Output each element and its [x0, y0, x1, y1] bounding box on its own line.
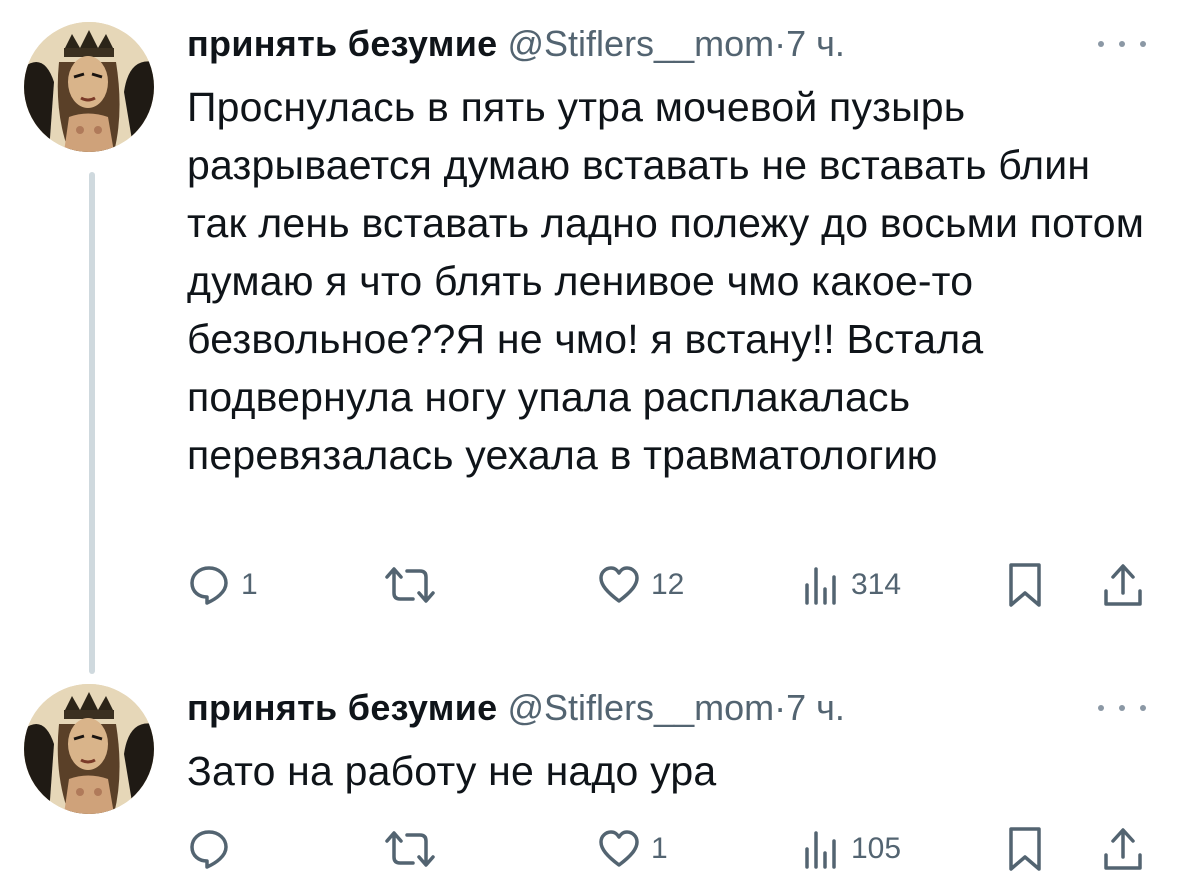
avatar[interactable] — [24, 684, 154, 814]
bookmark-button[interactable] — [1005, 824, 1045, 874]
heart-icon — [599, 566, 639, 603]
tweet[interactable]: принять безумие @Stiflers__mom·7 ч. Прос… — [0, 0, 1179, 660]
reply-button[interactable]: 1 — [187, 560, 258, 610]
avatar[interactable] — [24, 22, 154, 152]
more-options-button[interactable] — [1098, 698, 1146, 718]
author-name[interactable]: принять безумие — [187, 23, 497, 64]
bar-chart-icon — [805, 567, 836, 605]
more-options-button[interactable] — [1098, 34, 1146, 54]
share-button[interactable] — [1101, 824, 1145, 874]
speech-bubble-icon — [190, 830, 228, 869]
like-count: 1 — [651, 832, 668, 865]
tweet-header: принять безумие @Stiflers__mom·7 ч. — [187, 22, 845, 66]
bookmark-button[interactable] — [1005, 560, 1045, 610]
view-count: 314 — [851, 568, 902, 601]
author-handle[interactable]: @Stiflers__mom — [507, 687, 774, 728]
speech-bubble-icon — [190, 566, 228, 605]
bar-chart-icon — [805, 831, 836, 869]
retweet-arrows-icon — [385, 567, 435, 603]
share-button[interactable] — [1101, 560, 1145, 610]
heart-icon — [599, 830, 639, 867]
share-upload-icon — [1104, 564, 1142, 606]
tweet-actions: 1 12 314 — [187, 560, 1147, 610]
author-handle[interactable]: @Stiflers__mom — [507, 23, 774, 64]
timestamp[interactable]: 7 ч. — [786, 687, 845, 728]
like-button[interactable]: 12 — [597, 560, 684, 610]
share-upload-icon — [1104, 828, 1142, 870]
more-dots-icon — [1098, 41, 1104, 47]
bookmark-icon — [1009, 563, 1041, 607]
views-button[interactable]: 314 — [801, 560, 901, 610]
tweet-actions: 1 105 — [187, 824, 1147, 874]
bookmark-icon — [1009, 827, 1041, 871]
reply-button[interactable] — [187, 824, 241, 874]
timestamp[interactable]: 7 ч. — [786, 23, 845, 64]
author-name[interactable]: принять безумие — [187, 687, 497, 728]
like-button[interactable]: 1 — [597, 824, 668, 874]
tweet-text: Зато на работу не надо ура — [187, 748, 717, 794]
separator-dot: · — [774, 23, 787, 64]
reply-count: 1 — [241, 568, 258, 601]
like-count: 12 — [651, 568, 685, 601]
tweet[interactable]: принять безумие @Stiflers__mom·7 ч. Зато… — [0, 660, 1179, 889]
retweet-button[interactable] — [383, 560, 447, 610]
retweet-button[interactable] — [383, 824, 447, 874]
views-button[interactable]: 105 — [801, 824, 901, 874]
tweet-header: принять безумие @Stiflers__mom·7 ч. — [187, 686, 845, 730]
separator-dot: · — [774, 687, 787, 728]
view-count: 105 — [851, 832, 902, 865]
more-dots-icon — [1098, 705, 1104, 711]
tweet-text: Проснулась в пять утра мочевой пузырь ра… — [187, 84, 1145, 478]
retweet-arrows-icon — [385, 831, 435, 867]
